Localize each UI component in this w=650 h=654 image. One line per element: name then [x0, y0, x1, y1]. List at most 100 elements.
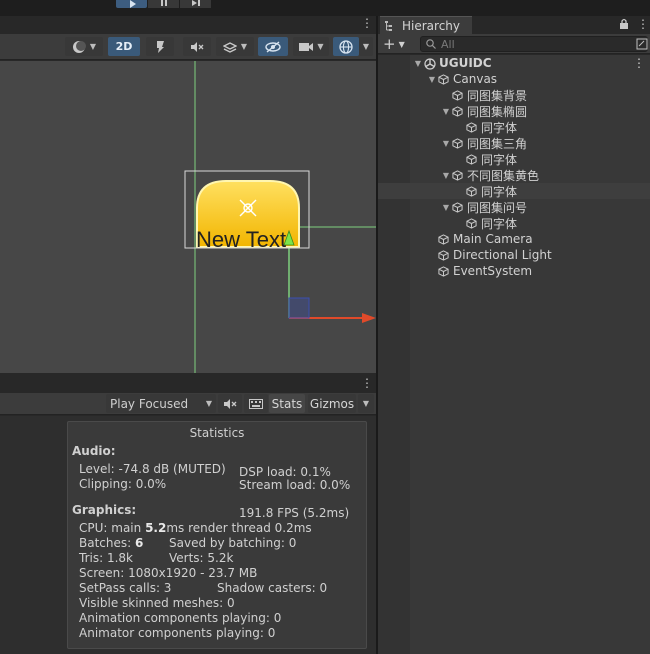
play-mode-dropdown[interactable]: Play Focused ▼	[106, 394, 216, 413]
hierarchy-item[interactable]: 同字体	[378, 151, 650, 167]
hierarchy-item-label: 同字体	[481, 216, 518, 231]
hierarchy-item-label: Canvas	[453, 72, 498, 86]
hierarchy-item[interactable]: ▼ 同图集三角	[378, 135, 650, 151]
speaker-muted-icon	[224, 398, 237, 409]
scene-visibility-toggle[interactable]	[258, 37, 288, 56]
effects-dropdown[interactable]: ▼	[216, 37, 254, 56]
gameobject-icon	[438, 265, 449, 277]
hierarchy-item[interactable]: ▼ 同图集问号	[378, 199, 650, 215]
play-button[interactable]	[116, 0, 147, 8]
audio-level: Level: -74.8 dB (MUTED)	[79, 462, 226, 476]
shading-mode-dropdown[interactable]: ▼	[65, 37, 103, 56]
pause-icon	[160, 0, 167, 6]
globe-icon	[339, 39, 353, 54]
expand-caret-icon[interactable]: ▼	[441, 139, 451, 148]
2d-mode-toggle[interactable]: 2D	[108, 37, 140, 56]
graphics-shadow-casters: Shadow casters: 0	[217, 581, 328, 595]
gizmos-scene-dropdown[interactable]: ▼	[359, 37, 373, 56]
hierarchy-search-field[interactable]: All	[420, 36, 648, 52]
scene-canvas	[184, 61, 376, 373]
hierarchy-item-label: 同图集背景	[467, 88, 528, 103]
graphics-heading: Graphics:	[72, 503, 137, 517]
graphics-screen: Screen: 1080x1920 - 23.7 MB	[79, 566, 258, 580]
scene-tab-strip	[0, 16, 376, 32]
gameobject-icon	[452, 169, 463, 181]
chevron-down-icon: ▼	[362, 399, 370, 408]
top-bar	[0, 0, 650, 16]
play-icon	[129, 0, 136, 8]
hierarchy-item[interactable]: 同字体	[378, 215, 650, 231]
game-more-icon[interactable]: ⋮	[361, 376, 373, 390]
hierarchy-tab-label: Hierarchy	[402, 18, 461, 33]
expand-caret-icon[interactable]: ▼	[413, 59, 423, 68]
search-placeholder: All	[441, 37, 455, 51]
audio-toggle[interactable]	[183, 37, 211, 56]
scene-viewport[interactable]: New Text	[0, 61, 376, 373]
hierarchy-item-label: Main Camera	[453, 232, 533, 246]
hierarchy-list: ▼ UGUIDC ⋮ ▼ Canvas 同图集背景 ▼ 同图集椭圆 同字体 ▼ 同图集三角 同字体 ▼ 不…	[378, 55, 650, 654]
hierarchy-item-label: 不同图集黄色	[467, 168, 540, 183]
graphics-tris: Tris: 1.8k	[79, 551, 133, 565]
chevron-down-icon: ▼	[362, 42, 370, 51]
hierarchy-item[interactable]: 同字体	[378, 183, 650, 199]
gizmos-scene-toggle[interactable]	[333, 37, 359, 56]
hierarchy-item[interactable]: Main Camera	[378, 231, 650, 247]
play-mode-label: Play Focused	[110, 396, 189, 411]
search-history-icon[interactable]	[636, 38, 648, 50]
lock-icon[interactable]	[619, 18, 629, 30]
layers-icon	[222, 41, 237, 53]
hierarchy-list-icon	[385, 20, 392, 31]
gameobject-icon	[438, 73, 449, 85]
hierarchy-item[interactable]: ▼ Canvas	[378, 71, 650, 87]
new-text-label: New Text	[196, 227, 287, 252]
audio-clipping: Clipping: 0.0%	[79, 477, 167, 491]
xy-plane-handle	[288, 297, 310, 319]
graphics-animation: Animation components playing: 0	[79, 611, 282, 625]
chevron-down-icon: ▼	[317, 42, 324, 51]
hierarchy-item[interactable]: ▼ 不同图集黄色	[378, 167, 650, 183]
gameobject-icon	[452, 137, 463, 149]
hierarchy-tab[interactable]: Hierarchy	[380, 16, 472, 34]
plus-icon: +	[383, 35, 396, 53]
gizmos-game-toggle[interactable]: Gizmos	[308, 394, 356, 413]
expand-caret-icon[interactable]: ▼	[427, 75, 437, 84]
hierarchy-item-label: 同字体	[481, 120, 518, 135]
chevron-down-icon: ▼	[240, 42, 248, 51]
graphics-batches: Batches: 6	[79, 536, 144, 550]
speaker-muted-icon	[191, 41, 204, 52]
stats-toggle[interactable]: Stats	[269, 394, 305, 413]
camera-dropdown[interactable]: ▼	[293, 37, 329, 56]
gameobject-icon	[466, 185, 477, 197]
hierarchy-item-label: 同字体	[481, 184, 518, 199]
shortcuts-toggle[interactable]	[244, 394, 268, 413]
scene-more-icon[interactable]: ⋮	[633, 56, 645, 70]
expand-caret-icon[interactable]: ▼	[441, 171, 451, 180]
gameobject-icon	[452, 105, 463, 117]
game-mute-toggle[interactable]	[218, 394, 242, 413]
hierarchy-item[interactable]: ▼ UGUIDC ⋮	[378, 55, 650, 71]
step-button[interactable]	[180, 0, 211, 8]
hierarchy-item-label: 同图集三角	[467, 136, 528, 151]
gameobject-icon	[452, 89, 463, 101]
graphics-skinned-meshes: Visible skinned meshes: 0	[79, 596, 235, 610]
hierarchy-more-icon[interactable]: ⋮	[637, 16, 649, 32]
graphics-cpu: CPU: main 5.2ms render thread 0.2ms	[79, 521, 312, 535]
create-dropdown[interactable]: + ▼	[383, 36, 411, 52]
hierarchy-item[interactable]: ▼ 同图集椭圆	[378, 103, 650, 119]
gizmos-game-dropdown[interactable]: ▼	[358, 394, 374, 413]
audio-heading: Audio:	[72, 444, 116, 458]
bulb-icon	[157, 40, 164, 53]
hierarchy-item[interactable]: 同图集背景	[378, 87, 650, 103]
lighting-toggle[interactable]	[146, 37, 174, 56]
pause-button[interactable]	[148, 0, 179, 8]
expand-caret-icon[interactable]: ▼	[441, 203, 451, 212]
hierarchy-item[interactable]: Directional Light	[378, 247, 650, 263]
hierarchy-item-label: Directional Light	[453, 248, 552, 262]
gameobject-icon	[466, 153, 477, 165]
hierarchy-item[interactable]: 同字体	[378, 119, 650, 135]
expand-caret-icon[interactable]: ▼	[441, 107, 451, 116]
camera-icon	[299, 42, 314, 51]
scene-more-icon[interactable]: ⋮	[361, 16, 373, 30]
hierarchy-item-label: 同字体	[481, 152, 518, 167]
hierarchy-item[interactable]: EventSystem	[378, 263, 650, 279]
